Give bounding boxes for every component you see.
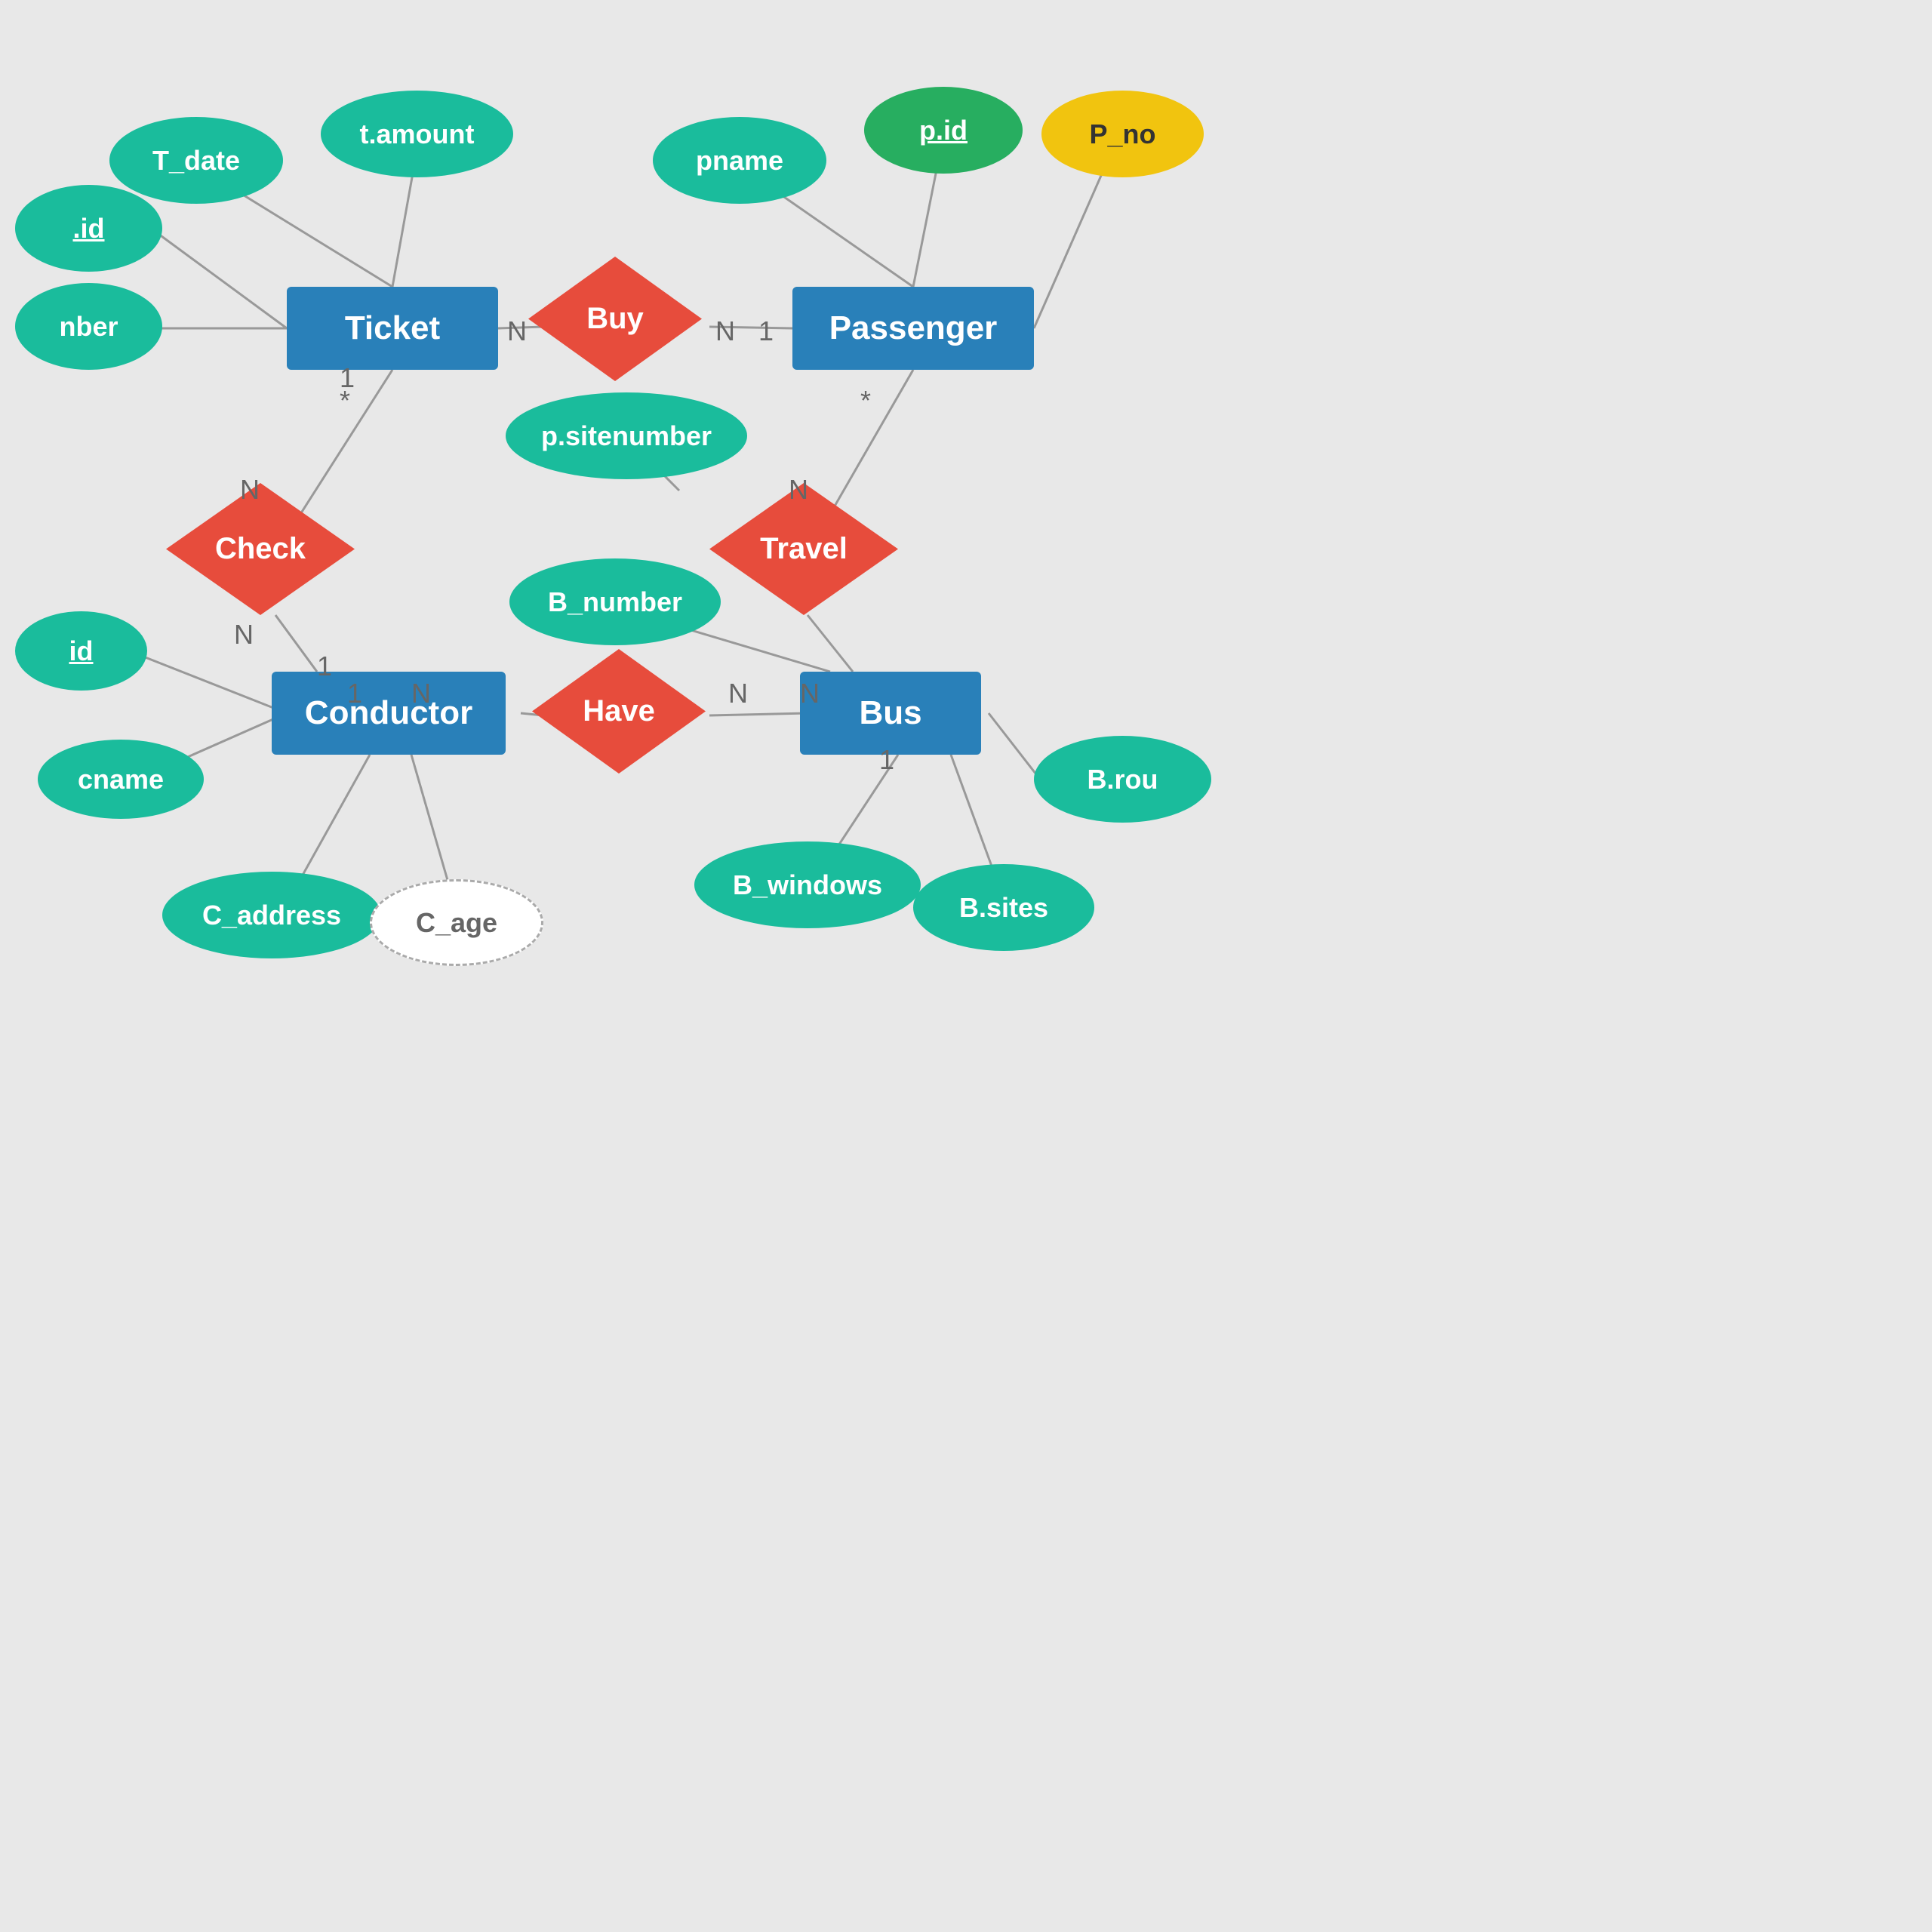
relationship-have: Have bbox=[532, 649, 706, 774]
cardinality-ticket-check-1: 1 bbox=[340, 362, 355, 394]
cardinality-have-conductor-n: N bbox=[411, 678, 431, 709]
cardinality-buy-passenger-1: 1 bbox=[758, 315, 774, 347]
cardinality-conductor-have-1a: 1 bbox=[317, 651, 332, 682]
attribute-ticket-id: .id bbox=[15, 185, 162, 272]
entity-ticket: Ticket bbox=[287, 287, 498, 370]
attribute-p-sitenumber: p.sitenumber bbox=[506, 392, 747, 479]
attribute-t-amount: t.amount bbox=[321, 91, 513, 177]
entity-conductor: Conductor bbox=[272, 672, 506, 755]
attribute-b-windows: B_windows bbox=[694, 841, 921, 928]
cardinality-check-conductor-n: N bbox=[234, 619, 254, 651]
cardinality-have-bus-n: N bbox=[728, 678, 748, 709]
attribute-t-date: T_date bbox=[109, 117, 283, 204]
attribute-c-address: C_address bbox=[162, 872, 381, 958]
attribute-c-age: C_age bbox=[370, 879, 543, 966]
attribute-t-number: nber bbox=[15, 283, 162, 370]
cardinality-bus-travel-n: N bbox=[800, 678, 820, 709]
cardinality-ticket-buy: N bbox=[507, 315, 527, 347]
cardinality-buy-passenger-n: N bbox=[715, 315, 735, 347]
attribute-p-no: P_no bbox=[1041, 91, 1204, 177]
attribute-c-id: id bbox=[15, 611, 147, 691]
attribute-p-id: p.id bbox=[864, 87, 1023, 174]
relationship-check: Check bbox=[166, 483, 355, 615]
attribute-b-sites: B.sites bbox=[913, 864, 1094, 951]
entity-bus: Bus bbox=[800, 672, 981, 755]
attribute-cname: cname bbox=[38, 740, 204, 819]
attribute-b-number: B_number bbox=[509, 558, 721, 645]
er-diagram: Ticket Passenger Conductor Bus Buy Check… bbox=[0, 0, 1932, 1932]
relationship-buy: Buy bbox=[528, 257, 702, 381]
cardinality-passenger-travel-star: * bbox=[860, 385, 871, 417]
cardinality-check-n: N bbox=[240, 474, 260, 506]
attribute-pname: pname bbox=[653, 117, 826, 204]
cardinality-travel-n: N bbox=[789, 474, 808, 506]
cardinality-conductor-have-1b: 1 bbox=[347, 678, 362, 709]
entity-passenger: Passenger bbox=[792, 287, 1034, 370]
attribute-b-route: B.rou bbox=[1034, 736, 1211, 823]
cardinality-bus-travel-1: 1 bbox=[879, 744, 894, 776]
